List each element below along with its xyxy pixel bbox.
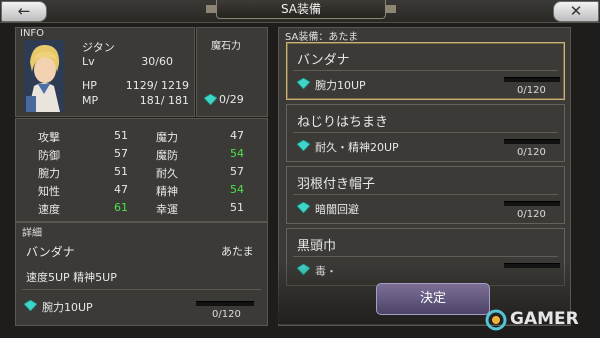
sa-list-item[interactable]: バンダナ腕力10UP 0/120 (286, 42, 565, 100)
stat-label: 防御 (38, 149, 60, 162)
stat-value: 61 (114, 201, 128, 214)
mp-label: MP (82, 94, 99, 107)
sa-item-divider (293, 256, 558, 257)
detail-panel: 詳細 バンダナ あたま 速度5UP 精神5UP 腕力10UP 0/120 (15, 222, 268, 326)
detail-slot: あたま (221, 245, 254, 258)
watermark-text: GAMER (510, 309, 579, 329)
close-button[interactable]: ✕ (553, 1, 599, 22)
mp-value: 181/ 181 (139, 94, 189, 107)
stat-value: 51 (114, 165, 128, 178)
stat-label: 知性 (38, 185, 60, 198)
hp-value: 1129/ 1219 (125, 79, 189, 92)
sa-item-progress-bar (504, 77, 560, 82)
sa-item-divider (293, 70, 558, 71)
detail-count: 0/120 (212, 309, 241, 320)
lv-value: 30/60 (141, 55, 173, 68)
decide-button[interactable]: 決定 (376, 283, 490, 315)
back-button[interactable]: ← (1, 1, 47, 22)
detail-item-name: バンダナ (26, 245, 75, 259)
hp-label: HP (82, 79, 97, 92)
stat-value: 57 (114, 147, 128, 160)
detail-divider (22, 289, 261, 290)
sa-item-count: 0/120 (517, 147, 546, 158)
sa-item-divider (293, 132, 558, 133)
close-icon: ✕ (569, 2, 583, 20)
stat-value: 51 (230, 201, 244, 214)
sa-list-item[interactable]: ねじりはちまき耐久・精神20UP 0/120 (286, 104, 565, 162)
sa-panel-label: SA装備：あたま (285, 32, 359, 43)
stat-value: 54 (230, 147, 244, 160)
stat-label: 魔防 (156, 149, 178, 162)
info-panel: INFO ジタン Lv 30/60 HP 1129/ 1219 MP 181/ … (15, 27, 195, 117)
stat-label: 耐久 (156, 167, 178, 180)
stat-label: 腕力 (38, 167, 60, 180)
sa-item-divider (293, 194, 558, 195)
magicite-label: 魔石力 (211, 41, 241, 52)
sa-item-name: 羽根付き帽子 (297, 177, 376, 192)
arrow-left-icon: ← (17, 2, 31, 20)
detail-label: 詳細 (22, 228, 42, 239)
magicite-value: 0/29 (219, 93, 244, 106)
sa-item-count: 0/120 (517, 85, 546, 96)
character-name: ジタン (82, 41, 115, 54)
ability-gem-icon (297, 78, 310, 89)
sa-item-name: 黒頭巾 (297, 239, 337, 254)
stats-panel: 攻撃 51 魔力 47 防御 57 魔防 54 腕力 51 耐久 57 知性 47 精神 54 速度 61 幸運 51 (15, 118, 268, 222)
stat-value: 47 (114, 183, 128, 196)
ability-gem-icon (297, 202, 310, 213)
detail-progress-bar (196, 301, 254, 306)
detail-effect: 腕力10UP (42, 301, 93, 314)
ability-gem-icon (297, 140, 310, 151)
info-label: INFO (20, 28, 45, 39)
lv-label: Lv (82, 55, 95, 68)
sa-item-progress-bar (504, 201, 560, 206)
sa-item-effect: 腕力10UP (315, 79, 366, 92)
screen-title: SA装備 (206, 0, 396, 19)
magicite-gem-icon (204, 94, 217, 105)
gamer-logo: GAMER (484, 308, 596, 332)
sa-item-count: 0/120 (517, 209, 546, 220)
character-portrait (24, 40, 64, 112)
stat-value: 47 (230, 129, 244, 142)
stat-label: 精神 (156, 185, 178, 198)
stat-label: 魔力 (156, 131, 178, 144)
sa-item-name: ねじりはちまき (297, 115, 389, 130)
detail-bonus: 速度5UP 精神5UP (26, 271, 117, 284)
stat-label: 攻撃 (38, 131, 60, 144)
stat-value: 57 (230, 165, 244, 178)
sa-item-name: バンダナ (297, 53, 350, 68)
ability-gem-icon (24, 300, 37, 311)
stat-label: 幸運 (156, 203, 178, 216)
sa-item-effect: 暗闇回避 (315, 203, 359, 216)
stat-value: 51 (114, 129, 128, 142)
stat-value: 54 (230, 183, 244, 196)
stat-label: 速度 (38, 203, 60, 216)
sa-item-progress-bar (504, 139, 560, 144)
sa-item-effect: 耐久・精神20UP (315, 141, 399, 154)
sa-list-item[interactable]: 羽根付き帽子 暗闇回避 0/120 (286, 166, 565, 224)
magicite-panel: 魔石力 0/29 (196, 27, 268, 117)
